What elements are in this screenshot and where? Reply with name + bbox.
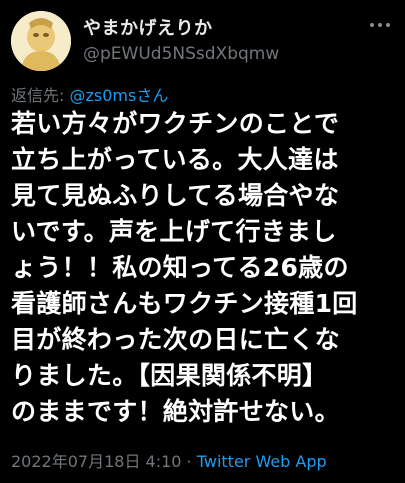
tweet-line: 看護師さんもワクチン接種1回 xyxy=(11,289,358,318)
avatar-image xyxy=(11,11,71,71)
tweet-timestamp[interactable]: 2022年07月18日 4:10 xyxy=(11,452,181,471)
reply-mention-link[interactable]: @zs0msさん xyxy=(69,86,168,105)
reply-context: 返信先: @zs0msさん xyxy=(11,82,168,106)
meta-separator: · xyxy=(181,452,197,471)
tweet-line: いです。声を上げて行きまし xyxy=(11,217,337,246)
tweet-line: 見て見ぬふりしてる場合やな xyxy=(11,181,340,210)
tweet-line: りました。【因果関係不明】 xyxy=(11,361,328,390)
tweet-line: ょう！！私の知ってる26歳の xyxy=(11,253,349,282)
tweet-source-link[interactable]: Twitter Web App xyxy=(197,452,327,471)
user-handle[interactable]: @pEWUd5NSsdXbqmw xyxy=(83,44,279,64)
tweet-line: 立ち上がっている。大人達は xyxy=(11,145,339,174)
tweet-meta: 2022年07月18日 4:10 · Twitter Web App xyxy=(11,448,327,472)
tweet-line: のままです！絶対許せない。 xyxy=(11,397,340,426)
avatar[interactable] xyxy=(11,11,71,71)
reply-label: 返信先: xyxy=(11,86,70,105)
tweet-text: 若い方々がワクチンのことで 立ち上がっている。大人達は 見て見ぬふりしてる場合や… xyxy=(11,106,401,430)
more-options-icon[interactable] xyxy=(369,14,391,36)
display-name[interactable]: やまかげえりか xyxy=(83,14,213,40)
tweet-line: 目が終わった次の日に亡くな xyxy=(11,325,340,354)
tweet-line: 若い方々がワクチンのことで xyxy=(11,109,340,138)
